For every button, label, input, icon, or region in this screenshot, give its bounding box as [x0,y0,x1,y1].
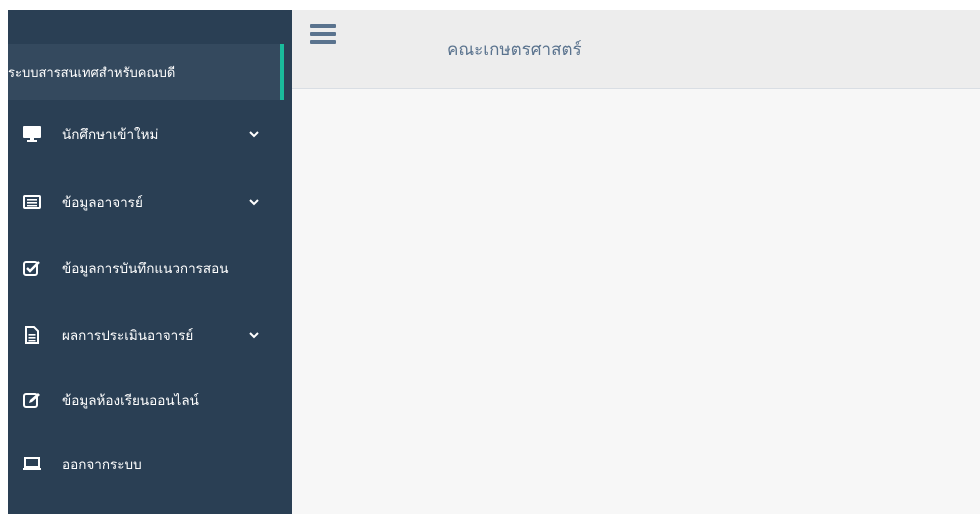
monitor-icon [22,124,42,144]
sidebar-item-label: ข้อมูลการบันทึกแนวการสอน [62,261,229,277]
sidebar-brand[interactable]: ระบบสารสนเทศสำหรับคณบดี [8,44,284,100]
page-title: คณะเกษตรศาสตร์ [447,40,582,60]
sidebar-item-lecturers[interactable]: ข้อมูลอาจารย์ [8,182,292,222]
top-navbar: คณะเกษตรศาสตร์ [292,10,980,89]
sidebar-brand-label: ระบบสารสนเทศสำหรับคณบดี [8,65,176,81]
checkbox-icon [22,258,42,278]
sidebar-item-online-classrooms[interactable]: ข้อมูลห้องเรียนออนไลน์ [8,380,292,420]
chevron-down-icon [248,196,260,208]
document-icon [22,325,42,345]
edit-icon [22,390,42,410]
sidebar-item-label: ข้อมูลห้องเรียนออนไลน์ [62,393,199,409]
sidebar-item-new-students[interactable]: นักศึกษาเข้าใหม่ [8,114,292,154]
hamburger-icon[interactable] [310,24,336,46]
sidebar: ระบบสารสนเทศสำหรับคณบดี นักศึกษาเข้าใหม่… [8,10,292,514]
sidebar-item-label: ออกจากระบบ [62,457,142,473]
top-strip [0,0,980,10]
sidebar-item-label: ข้อมูลอาจารย์ [62,195,143,211]
laptop-icon [22,454,42,474]
sidebar-item-label: นักศึกษาเข้าใหม่ [62,127,159,143]
id-card-icon [22,192,42,212]
chevron-down-icon [248,128,260,140]
sidebar-item-teaching-records[interactable]: ข้อมูลการบันทึกแนวการสอน [8,248,292,288]
sidebar-item-label: ผลการประเมินอาจารย์ [62,328,194,344]
sidebar-item-logout[interactable]: ออกจากระบบ [8,444,292,484]
main-content [292,89,980,514]
chevron-down-icon [248,329,260,341]
sidebar-item-evaluation[interactable]: ผลการประเมินอาจารย์ [8,315,292,355]
